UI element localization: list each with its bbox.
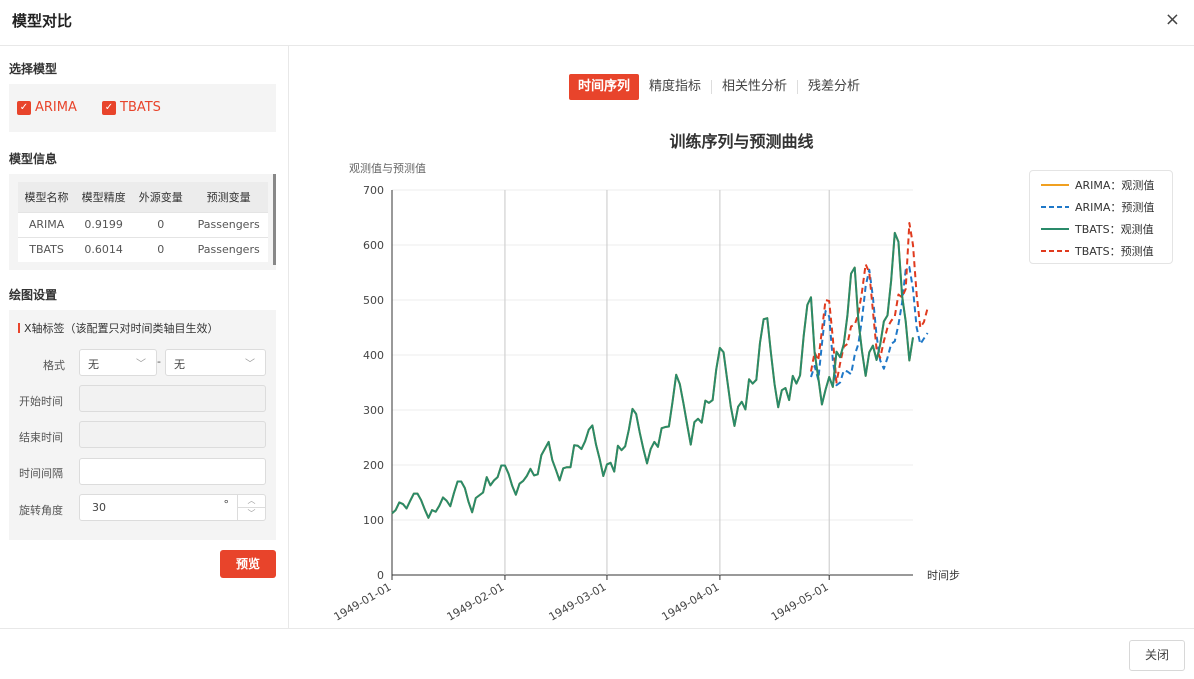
rotation-stepper[interactable]: ︿ ﹀ xyxy=(237,495,265,520)
x-tick-label: 1949-05-01 xyxy=(769,580,831,623)
table-cell: TBATS xyxy=(18,236,76,262)
chevron-down-icon[interactable]: ﹀ xyxy=(238,507,265,519)
column-header: 模型名称 xyxy=(18,182,76,212)
rotation-input[interactable]: 30 ° ︿ ﹀ xyxy=(79,494,266,521)
chevron-down-icon: ﹀ xyxy=(136,359,146,370)
series-line xyxy=(810,266,929,387)
x-axis-label-subtitle: X轴标签（该配置只对时间类轴目生效） xyxy=(24,322,219,335)
model-compare-dialog: 模型对比 × 选择模型 ✓ ARIMA ✓ TBATS 模型信息 模型名称 模型… xyxy=(0,0,1194,679)
format-separator: - xyxy=(157,355,161,368)
table-cell: ARIMA xyxy=(18,211,76,237)
checkbox-check-icon: ✓ xyxy=(17,100,31,115)
preview-button[interactable]: 预览 xyxy=(220,550,276,578)
interval-label: 时间间隔 xyxy=(19,467,63,480)
tbats-checkbox-label: TBATS xyxy=(120,100,161,115)
settings-panel: 选择模型 ✓ ARIMA ✓ TBATS 模型信息 模型名称 模型精度 外源变量… xyxy=(0,46,289,628)
series-line xyxy=(391,231,914,519)
model-checkbox-group: ✓ ARIMA ✓ TBATS xyxy=(9,84,276,132)
format-label: 格式 xyxy=(43,359,65,372)
model-info-table: 模型名称 模型精度 外源变量 预测变量 ARIMA 0.9199 0 Passe… xyxy=(18,182,268,262)
x-tick-label: 1949-03-01 xyxy=(547,580,609,623)
interval-input[interactable] xyxy=(79,458,266,485)
column-header: 外源变量 xyxy=(132,182,190,212)
table-cell: 0.9199 xyxy=(75,211,133,237)
table-cell: 0.6014 xyxy=(75,236,133,262)
end-time-input[interactable] xyxy=(79,421,266,448)
rotation-label: 旋转角度 xyxy=(19,504,63,517)
legend-label: ARIMA：预测值 xyxy=(1075,201,1155,214)
arima-checkbox-label: ARIMA xyxy=(35,100,77,115)
accent-bar xyxy=(18,323,20,333)
y-tick-label: 700 xyxy=(363,184,384,197)
model-info-title: 模型信息 xyxy=(9,152,58,166)
y-tick-label: 200 xyxy=(363,459,384,472)
dialog-title: 模型对比 xyxy=(12,12,73,30)
legend-item[interactable]: TBATS：预测值 xyxy=(1041,244,1154,258)
rotation-value: 30 xyxy=(92,501,106,514)
y-tick-label: 0 xyxy=(377,569,384,582)
format-select-2[interactable]: 无 ﹀ xyxy=(165,349,266,376)
table-cell: 0 xyxy=(132,236,190,262)
y-tick-label: 600 xyxy=(363,239,384,252)
select-models-title: 选择模型 xyxy=(9,62,58,76)
legend-label: TBATS：观测值 xyxy=(1075,223,1154,236)
x-tick-label: 1949-01-01 xyxy=(332,580,394,623)
table-cell: Passengers xyxy=(189,211,268,237)
close-button[interactable]: 关闭 xyxy=(1129,640,1185,671)
checkbox-check-icon: ✓ xyxy=(102,100,116,115)
chevron-down-icon: ﹀ xyxy=(245,359,255,370)
chart-panel: 时间序列 精度指标 相关性分析 残差分析 训练序列与预测曲线 观测值与预测值 时… xyxy=(289,46,1194,628)
legend-item[interactable]: ARIMA：观测值 xyxy=(1041,178,1154,192)
format-select-1[interactable]: 无 ﹀ xyxy=(79,349,157,376)
y-axis-label: 观测值与预测值 xyxy=(349,162,426,175)
legend-item[interactable]: TBATS：观测值 xyxy=(1041,222,1154,236)
x-axis-label: 时间步 xyxy=(927,569,960,582)
dialog-footer: 关闭 xyxy=(0,628,1194,679)
table-row: TBATS 0.6014 0 Passengers xyxy=(18,236,268,262)
format-select-2-value: 无 xyxy=(174,358,185,371)
format-select-1-value: 无 xyxy=(88,358,99,371)
chart-legend: ARIMA：观测值 ARIMA：预测值 TBATS：观测值 TBATS：预测值 xyxy=(1029,170,1173,264)
table-row: ARIMA 0.9199 0 Passengers xyxy=(18,211,268,237)
legend-label: ARIMA：观测值 xyxy=(1075,179,1155,192)
table-scrollbar[interactable] xyxy=(273,174,276,265)
rotation-unit: ° xyxy=(223,498,230,511)
column-header: 预测变量 xyxy=(189,182,268,212)
chevron-up-icon[interactable]: ︿ xyxy=(238,495,265,507)
table-cell: Passengers xyxy=(189,236,268,262)
legend-item[interactable]: ARIMA：预测值 xyxy=(1041,200,1154,214)
column-header: 模型精度 xyxy=(75,182,133,212)
start-time-input[interactable] xyxy=(79,385,266,412)
y-tick-label: 100 xyxy=(363,514,384,527)
x-tick-label: 1949-02-01 xyxy=(445,580,507,623)
table-header-row: 模型名称 模型精度 外源变量 预测变量 xyxy=(18,182,268,212)
dialog-header: 模型对比 × xyxy=(0,0,1194,46)
table-cell: 0 xyxy=(132,211,190,237)
y-tick-label: 500 xyxy=(363,294,384,307)
plot-settings-box: X轴标签（该配置只对时间类轴目生效） 格式 无 ﹀ - 无 ﹀ 开始时间 结束时… xyxy=(9,310,276,540)
time-series-chart: 观测值与预测值 时间步 0 100 200 300 400 500 600 700 1949-… xyxy=(332,162,960,624)
y-tick-label: 300 xyxy=(363,404,384,417)
end-time-label: 结束时间 xyxy=(19,431,63,444)
x-tick-label: 1949-04-01 xyxy=(660,580,722,623)
close-icon[interactable]: × xyxy=(1165,9,1180,30)
start-time-label: 开始时间 xyxy=(19,395,63,408)
plot-settings-title: 绘图设置 xyxy=(9,288,58,302)
y-tick-label: 400 xyxy=(363,349,384,362)
legend-label: TBATS：预测值 xyxy=(1075,245,1154,258)
tbats-checkbox[interactable]: ✓ TBATS xyxy=(102,100,161,115)
x-axis-label-subhead: X轴标签（该配置只对时间类轴目生效） xyxy=(18,320,219,336)
arima-checkbox[interactable]: ✓ ARIMA xyxy=(17,100,77,115)
model-info-box: 模型名称 模型精度 外源变量 预测变量 ARIMA 0.9199 0 Passe… xyxy=(9,174,276,270)
